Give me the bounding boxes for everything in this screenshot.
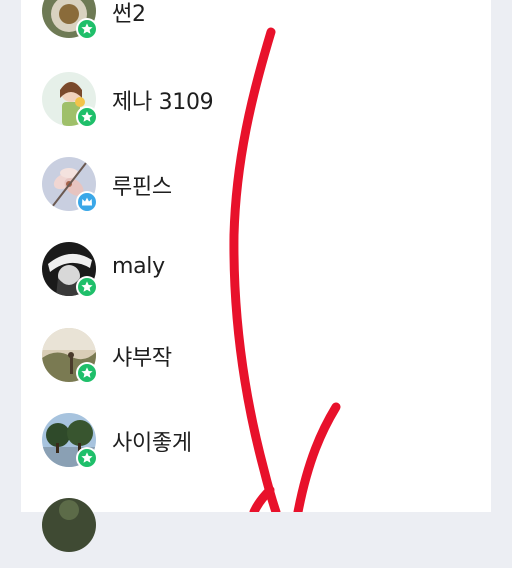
crown-badge-icon bbox=[76, 191, 98, 213]
star-badge-icon bbox=[76, 447, 98, 469]
member-name: 루핀스 bbox=[112, 175, 172, 200]
list-item[interactable]: 사이좋게 bbox=[21, 413, 491, 483]
member-name: 샤부작 bbox=[112, 346, 172, 371]
member-name: maly bbox=[112, 254, 165, 279]
star-badge-icon bbox=[76, 106, 98, 128]
list-item[interactable]: maly bbox=[21, 242, 491, 312]
member-name: 사이좋게 bbox=[112, 431, 192, 456]
star-badge-icon bbox=[76, 18, 98, 40]
list-item[interactable] bbox=[21, 498, 491, 568]
star-badge-icon bbox=[76, 362, 98, 384]
list-item[interactable]: 썬2 bbox=[21, 0, 491, 54]
member-list-panel: 썬2 제나 3109 루핀스 maly 샤부작 사이좋게 bbox=[21, 0, 491, 552]
list-item[interactable]: 루핀스 bbox=[21, 157, 491, 227]
star-badge-icon bbox=[76, 276, 98, 298]
list-item[interactable]: 제나 3109 bbox=[21, 72, 491, 142]
avatar bbox=[42, 498, 96, 552]
member-name: 썬2 bbox=[112, 2, 146, 27]
member-name: 제나 3109 bbox=[112, 90, 214, 115]
list-item[interactable]: 샤부작 bbox=[21, 328, 491, 398]
